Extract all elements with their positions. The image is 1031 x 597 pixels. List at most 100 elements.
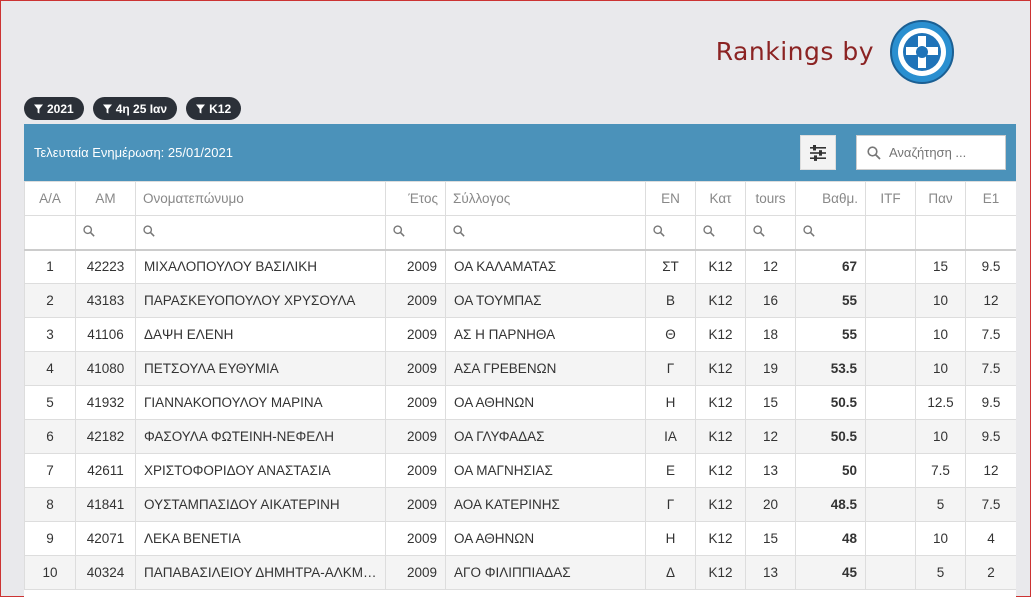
cell-rank: 2 [24, 283, 76, 318]
table-row[interactable]: 10 40324 ΠΑΠΑΒΑΣΙΛΕΙΟΥ ΔΗΜΗΤΡΑ-ΑΛΚΜΗΝΗ 2009… [24, 555, 1016, 590]
col-header-am[interactable]: ΑΜ [75, 181, 136, 216]
filter-cell-points[interactable] [795, 215, 866, 250]
filter-cell-empty [965, 215, 1016, 250]
cell-e1: 2 [965, 555, 1016, 590]
cell-cat: Κ12 [695, 453, 746, 488]
search-icon [867, 145, 881, 160]
col-header-year[interactable]: Έτος [385, 181, 446, 216]
cell-name: ΧΡΙΣΤΟΦΟΡΙΔΟΥ ΑΝΑΣΤΑΣΙΑ [135, 453, 386, 488]
cell-en: Γ [645, 487, 696, 522]
cell-en: Γ [645, 351, 696, 386]
cell-rank: 3 [24, 317, 76, 352]
cell-en: Δ [645, 555, 696, 590]
cell-year: 2009 [385, 453, 446, 488]
cell-club: ΑΣΑ ΓΡΕΒΕΝΩΝ [445, 351, 646, 386]
cell-cat: Κ12 [695, 521, 746, 556]
filter-cell-cat[interactable] [695, 215, 746, 250]
cell-en: ΣΤ [645, 248, 696, 284]
col-header-e1[interactable]: Ε1 [965, 181, 1016, 216]
table-row[interactable]: 5 41932 ΓΙΑΝΝΑΚΟΠΟΥΛΟΥ ΜΑΡΙΝΑ 2009 ΟΑ ΑΘΗΝΩΝ… [24, 385, 1016, 420]
filter-cell-en[interactable] [645, 215, 696, 250]
cell-en: Ε [645, 453, 696, 488]
cell-itf [865, 419, 916, 454]
cell-pan: 10 [915, 521, 966, 556]
col-header-tours[interactable]: tours [745, 181, 796, 216]
table-search[interactable] [856, 135, 1006, 170]
col-header-points[interactable]: Βαθμ. [795, 181, 866, 216]
cell-itf [865, 555, 916, 590]
cell-am: 43183 [75, 283, 136, 318]
cell-cat: Κ12 [695, 555, 746, 590]
search-icon [83, 225, 95, 237]
filter-cell-empty [915, 215, 966, 250]
filter-chip-week[interactable]: 4η 25 Ιαν [92, 97, 178, 120]
cell-cat: Κ12 [695, 283, 746, 318]
cell-name: ΓΙΑΝΝΑΚΟΠΟΥΛΟΥ ΜΑΡΙΝΑ [135, 385, 386, 420]
cell-points: 53.5 [795, 351, 866, 386]
column-settings-button[interactable] [800, 135, 836, 170]
table-row[interactable]: 1 42223 ΜΙΧΑΛΟΠΟΥΛΟΥ ΒΑΣΙΛΙΚΗ 2009 ΟΑ ΚΑΛΑΜΑ… [24, 248, 1016, 284]
filter-chips: 2021 4η 25 Ιαν Κ12 [24, 97, 242, 120]
table-row[interactable]: 8 41841 ΟΥΣΤΑΜΠΑΣΙΔΟΥ ΑΙΚΑΤΕΡΙΝΗ 2009 ΑΟΑ ΚΑ… [24, 487, 1016, 522]
filter-chip-category[interactable]: Κ12 [186, 97, 242, 120]
col-header-itf[interactable]: ITF [865, 181, 916, 216]
filter-cell-club[interactable] [445, 215, 646, 250]
cell-am: 41841 [75, 487, 136, 522]
filter-chip-year[interactable]: 2021 [24, 97, 84, 120]
table-row[interactable]: 4 41080 ΠΕΤΣΟΥΛΑ ΕΥΘΥΜΙΑ 2009 ΑΣΑ ΓΡΕΒΕΝΩΝ Γ Κ… [24, 351, 1016, 386]
table-row[interactable]: 2 43183 ΠΑΡΑΣΚΕΥΟΠΟΥΛΟΥ ΧΡΥΣΟΥΛΑ 2009 ΟΑ ΤΟΥ… [24, 283, 1016, 318]
search-icon [703, 225, 715, 237]
col-header-cat[interactable]: Κατ [695, 181, 746, 216]
filter-cell-year[interactable] [385, 215, 446, 250]
rankings-table-panel: Τελευταία Ενημέρωση: 25/01/2021 Αναζήτησ… [24, 124, 1016, 597]
cell-club: ΟΑ ΜΑΓΝΗΣΙΑΣ [445, 453, 646, 488]
table-row[interactable]: 9 42071 ΛΕΚΑ ΒΕΝΕΤΙΑ 2009 ΟΑ ΑΘΗΝΩΝ Η Κ12 15 48 1… [24, 521, 1016, 556]
cell-e1: 7.5 [965, 351, 1016, 386]
cell-points: 48.5 [795, 487, 866, 522]
cell-year: 2009 [385, 317, 446, 352]
cell-year: 2009 [385, 351, 446, 386]
filter-cell-name[interactable] [135, 215, 386, 250]
table-row[interactable]: 7 42611 ΧΡΙΣΤΟΦΟΡΙΔΟΥ ΑΝΑΣΤΑΣΙΑ 2009 ΟΑ ΜΑΓΝ… [24, 453, 1016, 488]
col-header-club[interactable]: Σύλλογος [445, 181, 646, 216]
table-filter-row [24, 215, 1016, 250]
cell-e1: 9.5 [965, 419, 1016, 454]
col-header-pan[interactable]: Παν [915, 181, 966, 216]
cell-itf [865, 351, 916, 386]
cell-am: 42223 [75, 248, 136, 284]
table-row[interactable]: 3 41106 ΔΑΨΗ ΕΛΕΝΗ 2009 ΑΣ Η ΠΑΡΝΗΘΑ Θ Κ12 18 55… [24, 317, 1016, 352]
search-input[interactable] [889, 145, 999, 160]
cell-am: 41932 [75, 385, 136, 420]
cell-pan: 7.5 [915, 453, 966, 488]
filter-icon [34, 104, 43, 113]
col-header-en[interactable]: ΕΝ [645, 181, 696, 216]
col-header-aa[interactable]: Α/Α [24, 181, 76, 216]
filter-cell-tours[interactable] [745, 215, 796, 250]
cell-en: Β [645, 283, 696, 318]
cell-rank: 4 [24, 351, 76, 386]
cell-name: ΟΥΣΤΑΜΠΑΣΙΔΟΥ ΑΙΚΑΤΕΡΙΝΗ [135, 487, 386, 522]
cell-rank: 5 [24, 385, 76, 420]
table-row[interactable]: 6 42182 ΦΑΣΟΥΛΑ ΦΩΤΕΙΝΗ-ΝΕΦΕΛΗ 2009 ΟΑ ΓΛΥΦΑ… [24, 419, 1016, 454]
col-header-name[interactable]: Ονοματεπώνυμο [135, 181, 386, 216]
cell-name: ΠΑΡΑΣΚΕΥΟΠΟΥΛΟΥ ΧΡΥΣΟΥΛΑ [135, 283, 386, 318]
cell-tours: 18 [745, 317, 796, 352]
cell-year: 2009 [385, 419, 446, 454]
cell-itf [865, 317, 916, 352]
cell-rank: 1 [24, 248, 76, 284]
cell-cat: Κ12 [695, 487, 746, 522]
filter-cell-am[interactable] [75, 215, 136, 250]
cell-e1: 9.5 [965, 248, 1016, 284]
cell-name: ΦΑΣΟΥΛΑ ΦΩΤΕΙΝΗ-ΝΕΦΕΛΗ [135, 419, 386, 454]
cell-club: ΟΑ ΤΟΥΜΠΑΣ [445, 283, 646, 318]
cell-e1: 4 [965, 521, 1016, 556]
cell-tours: 19 [745, 351, 796, 386]
cell-points: 55 [795, 317, 866, 352]
cell-cat: Κ12 [695, 419, 746, 454]
cell-points: 50.5 [795, 385, 866, 420]
cell-club: ΟΑ ΑΘΗΝΩΝ [445, 385, 646, 420]
cell-am: 42182 [75, 419, 136, 454]
cell-points: 45 [795, 555, 866, 590]
cell-name: ΠΕΤΣΟΥΛΑ ΕΥΘΥΜΙΑ [135, 351, 386, 386]
federation-logo [889, 19, 955, 85]
